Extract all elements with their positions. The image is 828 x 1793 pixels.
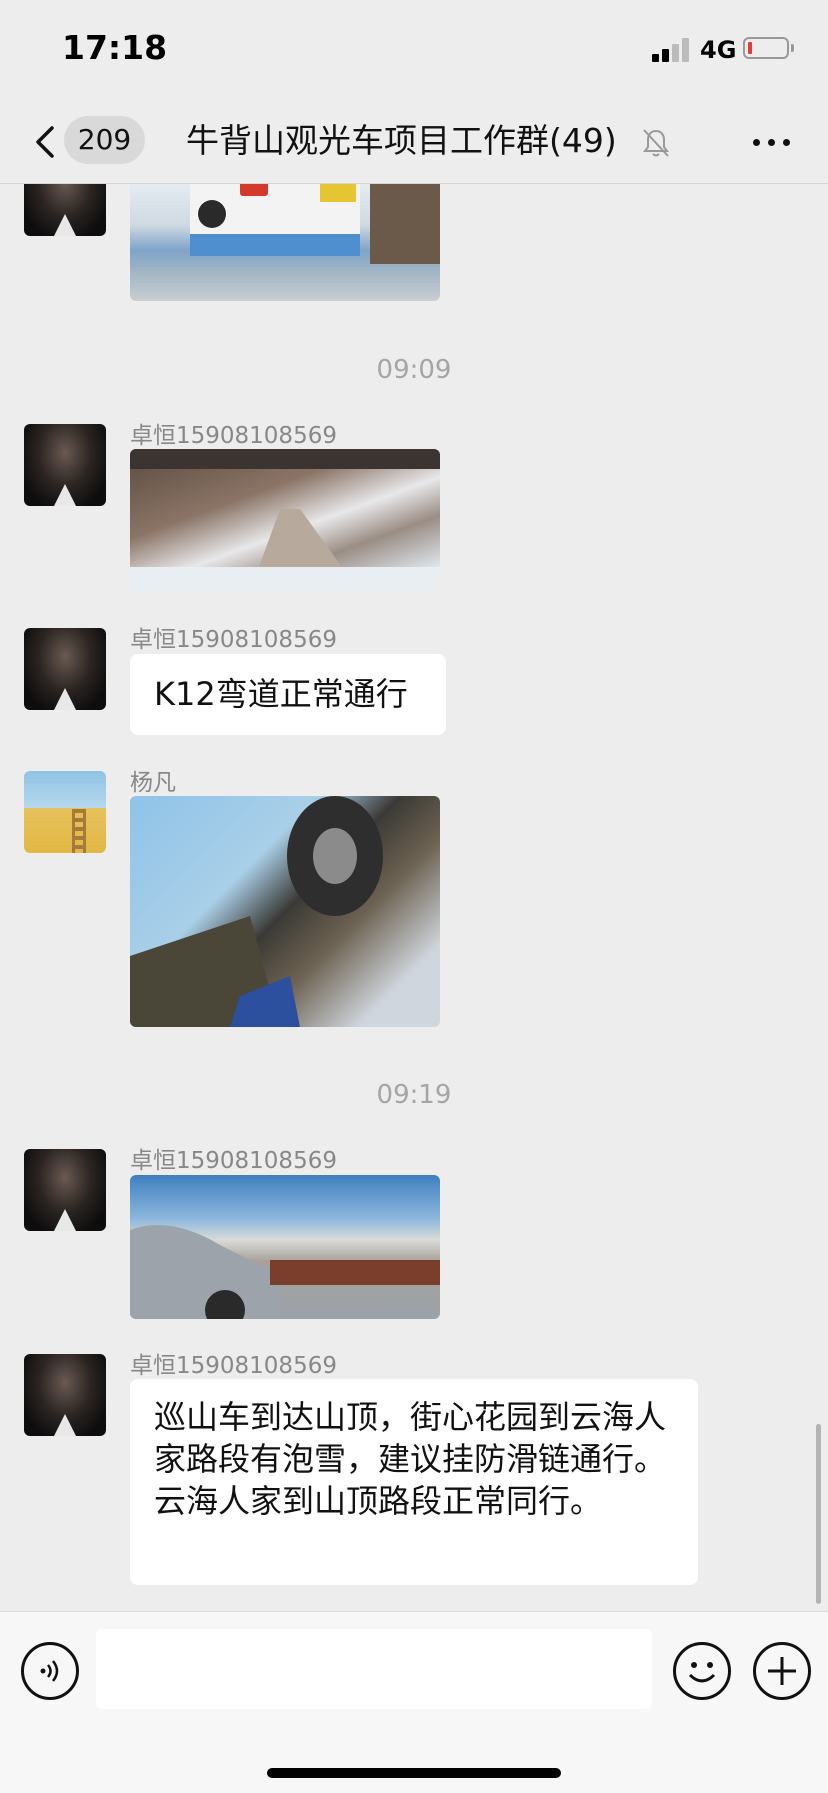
battery-tip bbox=[791, 44, 794, 52]
avatar[interactable] bbox=[24, 771, 106, 853]
sender-name: 卓恒15908108569 bbox=[130, 1353, 337, 1379]
message-timestamp: 09:09 bbox=[376, 355, 452, 385]
emoji-button[interactable] bbox=[673, 1642, 731, 1700]
message-image[interactable] bbox=[130, 1175, 440, 1319]
avatar[interactable] bbox=[24, 424, 106, 506]
message-bubble[interactable]: 巡山车到达山顶，街心花园到云海人家路段有泡雪，建议挂防滑链通行。云海人家到山顶路… bbox=[130, 1379, 698, 1585]
sender-name: 卓恒15908108569 bbox=[130, 627, 337, 653]
message-bubble[interactable]: K12弯道正常通行 bbox=[130, 654, 446, 735]
voice-icon bbox=[40, 1660, 59, 1682]
message-list[interactable]: 09:09 卓恒15908108569 卓恒15908108569 K12弯道正… bbox=[0, 184, 828, 1611]
avatar[interactable] bbox=[24, 628, 106, 710]
message-input[interactable] bbox=[96, 1629, 652, 1709]
chevron-left-icon[interactable] bbox=[32, 122, 66, 162]
message-timestamp: 09:19 bbox=[376, 1080, 452, 1110]
sender-name: 卓恒15908108569 bbox=[130, 423, 337, 449]
more-icon[interactable] bbox=[748, 130, 796, 154]
home-indicator[interactable] bbox=[267, 1768, 561, 1778]
message-image[interactable] bbox=[130, 449, 440, 592]
avatar[interactable] bbox=[24, 1149, 106, 1231]
status-time: 17:18 bbox=[62, 28, 168, 67]
signal-strength-icon bbox=[652, 38, 692, 62]
sender-name: 杨凡 bbox=[130, 770, 176, 796]
network-type: 4G bbox=[700, 36, 737, 64]
plus-button[interactable] bbox=[753, 1642, 811, 1700]
emoji-icon bbox=[688, 1662, 716, 1683]
unread-count-badge[interactable]: 209 bbox=[64, 116, 145, 164]
voice-button[interactable] bbox=[21, 1642, 79, 1700]
sender-name: 卓恒15908108569 bbox=[130, 1148, 337, 1174]
battery-icon bbox=[743, 37, 789, 59]
bell-muted-icon bbox=[643, 129, 669, 157]
plus-icon bbox=[768, 1657, 796, 1685]
message-image[interactable] bbox=[130, 796, 440, 1027]
status-bar: 17:18 4G bbox=[0, 0, 828, 100]
scrollbar-thumb[interactable] bbox=[816, 1424, 821, 1604]
chat-header: 209 牛背山观光车项目工作群(49) bbox=[0, 100, 828, 184]
chat-title: 牛背山观光车项目工作群(49) bbox=[186, 121, 617, 160]
input-bar bbox=[0, 1611, 828, 1793]
message-image[interactable] bbox=[130, 184, 440, 301]
avatar[interactable] bbox=[24, 1354, 106, 1436]
avatar[interactable] bbox=[24, 184, 106, 236]
